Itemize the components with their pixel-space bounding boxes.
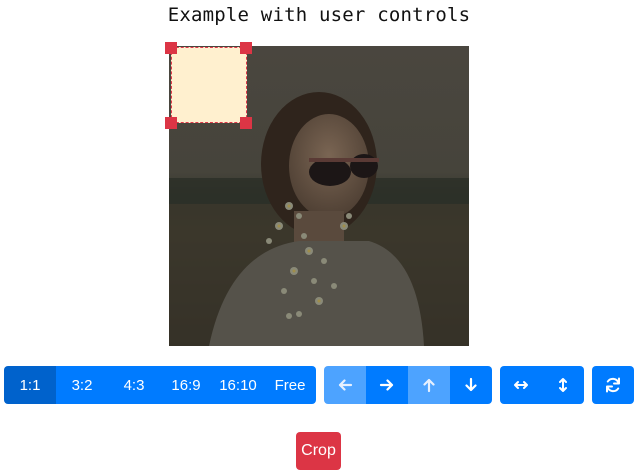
flip-horizontal-button[interactable] — [500, 366, 542, 404]
ratio-3-2-button[interactable]: 3:2 — [56, 366, 108, 404]
refresh-icon — [606, 377, 620, 393]
crop-button[interactable]: Crop — [296, 432, 341, 470]
ratio-1-1-button[interactable]: 1:1 — [4, 366, 56, 404]
move-group — [324, 366, 492, 404]
reset-group — [592, 366, 634, 404]
arrow-up-icon — [423, 378, 435, 393]
move-right-button[interactable] — [366, 366, 408, 404]
flip-vertical-button[interactable] — [542, 366, 584, 404]
reset-button[interactable] — [592, 366, 634, 404]
flip-vertical-icon — [559, 378, 567, 392]
crop-handle-top-left[interactable] — [165, 42, 177, 54]
arrow-left-icon — [338, 379, 353, 391]
ratio-free-button[interactable]: Free — [264, 366, 316, 404]
arrow-right-icon — [379, 379, 394, 391]
ratio-16-10-button[interactable]: 16:10 — [212, 366, 264, 404]
flip-horizontal-icon — [514, 381, 528, 389]
move-up-button[interactable] — [408, 366, 450, 404]
crop-selection-box[interactable] — [171, 47, 247, 123]
crop-handle-top-right[interactable] — [240, 42, 252, 54]
aspect-ratio-group: 1:1 3:2 4:3 16:9 16:10 Free — [4, 366, 316, 404]
page-title: Example with user controls — [167, 4, 471, 26]
crop-handle-bottom-left[interactable] — [165, 117, 177, 129]
move-left-button[interactable] — [324, 366, 366, 404]
ratio-4-3-button[interactable]: 4:3 — [108, 366, 160, 404]
flip-group — [500, 366, 584, 404]
arrow-down-icon — [465, 377, 477, 392]
crop-handle-bottom-right[interactable] — [240, 117, 252, 129]
ratio-16-9-button[interactable]: 16:9 — [160, 366, 212, 404]
move-down-button[interactable] — [450, 366, 492, 404]
